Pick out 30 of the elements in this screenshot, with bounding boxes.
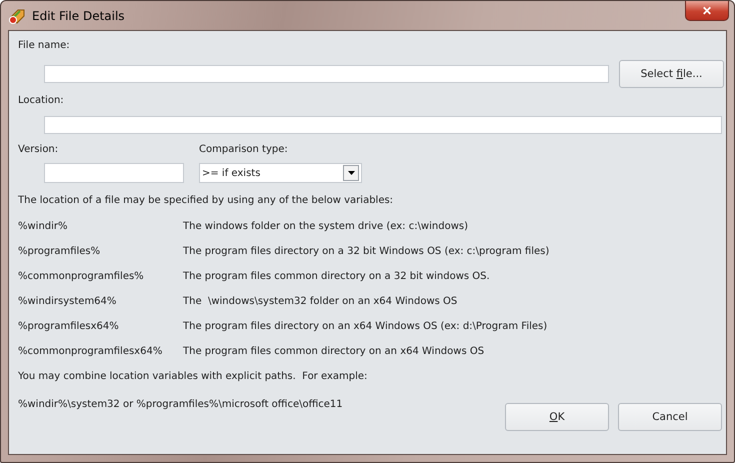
variable-name: %programfiles% [18,246,102,257]
select-file-button[interactable]: Select file... [619,60,724,88]
variable-name: %windirsystem64% [18,296,118,307]
file-name-field[interactable] [44,65,609,83]
variable-name: %commonprogramfiles% [18,271,145,282]
window-title: Edit File Details [32,8,125,22]
variable-name: %windir% [18,221,69,232]
field-label: Comparison type: [199,143,288,157]
example-text: %windir%\system32 or %programfiles%\microsoft office\office11 [18,399,343,410]
version-field[interactable] [44,163,184,183]
variable-description: The program files common directory on a 32 bit windows OS. [183,271,490,282]
variable-description: The program files directory on an x64 Windows OS (ex: d:\Program Files) [183,321,548,332]
intro-text: The location of a file may be specified by using any of the below variables: [18,194,394,208]
note-text: You may combine location variables with explicit paths. For example: [18,371,368,382]
variable-name: %commonprogramfilesx64% [18,346,164,357]
comparison-dropdown[interactable]: >= if exists [199,163,362,183]
variable-description: The program files directory on a 32 bit Windows OS (ex: c:\program files) [183,246,550,257]
cancel-button[interactable]: Cancel [618,403,722,431]
field-label: Version: [18,143,60,157]
caret-icon [348,171,354,175]
variable-description: The program files common directory on an x64 Windows OS [183,346,484,357]
ok-button[interactable]: OK [505,403,609,431]
variable-name: %programfilesx64% [18,321,120,332]
close-button[interactable]: ✕ [685,1,729,21]
variable-description: The windows folder on the system drive (ex: c:\windows) [183,221,468,232]
field-label: Location: [18,94,65,108]
field-label: File name: [18,39,71,53]
location-field[interactable] [44,116,722,134]
app-icon [8,6,26,24]
variable-description: The \windows\system32 folder on an x64 Windows OS [183,296,458,307]
